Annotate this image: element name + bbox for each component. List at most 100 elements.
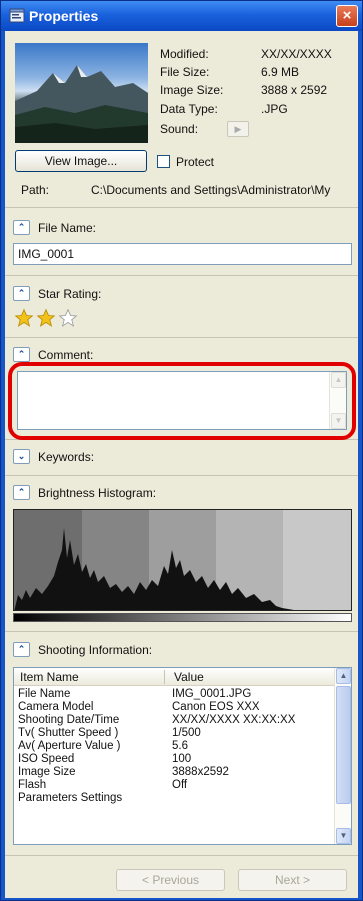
datatype-label: Data Type: xyxy=(160,102,218,116)
play-icon: ▶ xyxy=(234,124,242,134)
scroll-down-arrow-icon[interactable]: ▼ xyxy=(336,828,351,844)
row-value: 100 xyxy=(172,753,192,765)
divider xyxy=(5,207,358,208)
table-row[interactable]: Parameters Settings xyxy=(14,792,334,805)
filesize-label: File Size: xyxy=(160,65,210,79)
protect-checkbox[interactable] xyxy=(157,155,170,168)
chevron-up-icon: ⌃ xyxy=(17,487,26,497)
table-scrollbar[interactable]: ▲ ▼ xyxy=(334,668,351,844)
table-row[interactable]: File Name IMG_0001.JPG xyxy=(14,688,334,701)
divider xyxy=(5,631,358,632)
star-rating-control[interactable] xyxy=(13,308,93,330)
star-rating-label: Star Rating: xyxy=(38,287,102,301)
previous-button[interactable]: < Previous xyxy=(116,869,225,891)
collapse-file-name-toggle[interactable]: ⌃ xyxy=(13,220,30,235)
brightness-section-header: ⌃ Brightness Histogram: xyxy=(13,484,313,502)
divider xyxy=(5,855,358,856)
title-bar[interactable]: Properties × xyxy=(1,1,362,31)
row-value: 3888x2592 xyxy=(172,766,229,778)
table-header: Item Name Value xyxy=(14,668,334,686)
row-value: XX/XX/XXXX XX:XX:XX xyxy=(172,714,296,726)
shooting-label: Shooting Information: xyxy=(38,643,153,657)
column-header-item-name[interactable]: Item Name xyxy=(20,670,79,684)
chevron-up-icon: ⌃ xyxy=(17,222,26,232)
star-filled-icon[interactable] xyxy=(35,308,57,328)
protect-label: Protect xyxy=(176,155,215,169)
comment-scrollbar[interactable]: ▲ ▼ xyxy=(329,372,346,429)
file-name-value: IMG_0001 xyxy=(18,247,75,261)
next-button[interactable]: Next > xyxy=(238,869,347,891)
comment-label: Comment: xyxy=(38,348,94,362)
file-name-section-header: ⌃ File Name: xyxy=(13,219,313,237)
collapse-shooting-toggle[interactable]: ⌃ xyxy=(13,642,30,657)
modified-value: XX/XX/XXXX xyxy=(261,47,332,61)
file-name-field[interactable]: IMG_0001 xyxy=(13,243,352,265)
divider xyxy=(5,475,358,476)
play-sound-button[interactable]: ▶ xyxy=(227,121,249,137)
table-row[interactable]: Av( Aperture Value ) 5.6 xyxy=(14,740,334,753)
collapse-comment-toggle[interactable]: ⌃ xyxy=(13,347,30,362)
table-row[interactable]: ISO Speed 100 xyxy=(14,753,334,766)
properties-window: Properties × Modified: XX/XX/XXXX File S… xyxy=(0,0,363,901)
mountain-landscape-image xyxy=(15,65,148,143)
window-title: Properties xyxy=(29,8,99,24)
image-thumbnail[interactable] xyxy=(15,43,148,143)
brightness-histogram xyxy=(13,509,352,611)
scroll-up-arrow-icon[interactable]: ▲ xyxy=(331,372,346,388)
chevron-up-icon: ⌃ xyxy=(17,644,26,654)
column-divider[interactable] xyxy=(164,670,165,684)
properties-panel: Modified: XX/XX/XXXX File Size: 6.9 MB I… xyxy=(5,31,358,898)
filesize-value: 6.9 MB xyxy=(261,65,300,79)
row-item-name: Parameters Settings xyxy=(18,792,123,804)
imagesize-label: Image Size: xyxy=(160,83,224,97)
scroll-down-arrow-icon[interactable]: ▼ xyxy=(331,413,346,429)
brightness-gradient-scale xyxy=(13,613,352,622)
modified-label: Modified: xyxy=(160,47,209,61)
divider xyxy=(5,275,358,276)
brightness-label: Brightness Histogram: xyxy=(38,486,157,500)
chevron-up-icon: ⌃ xyxy=(17,349,26,359)
row-value: Canon EOS XXX xyxy=(172,701,260,713)
chevron-up-icon: ⌃ xyxy=(17,288,26,298)
table-row[interactable]: Shooting Date/Time XX/XX/XXXX XX:XX:XX xyxy=(14,714,334,727)
scroll-up-arrow-icon[interactable]: ▲ xyxy=(336,668,351,684)
row-item-name: Tv( Shutter Speed ) xyxy=(18,727,119,739)
comment-section-header: ⌃ Comment: xyxy=(13,346,313,364)
properties-app-icon xyxy=(9,8,25,23)
row-value: 5.6 xyxy=(172,740,188,752)
view-image-button[interactable]: View Image... xyxy=(15,150,147,172)
row-value: Off xyxy=(172,779,188,791)
keywords-label: Keywords: xyxy=(38,450,95,464)
divider xyxy=(5,337,358,338)
table-row[interactable]: Camera Model Canon EOS XXX xyxy=(14,701,334,714)
row-item-name: File Name xyxy=(18,688,71,700)
row-item-name: Image Size xyxy=(18,766,76,778)
histogram-graph xyxy=(14,510,351,610)
star-filled-icon[interactable] xyxy=(13,308,35,328)
collapse-star-rating-toggle[interactable]: ⌃ xyxy=(13,286,30,301)
row-item-name: Flash xyxy=(18,779,47,791)
table-row[interactable]: Flash Off xyxy=(14,779,334,792)
chevron-down-icon: ⌄ xyxy=(17,451,26,461)
table-row[interactable]: Tv( Shutter Speed ) 1/500 xyxy=(14,727,334,740)
table-row[interactable]: Image Size 3888x2592 xyxy=(14,766,334,779)
imagesize-value: 3888 x 2592 xyxy=(261,83,328,97)
column-header-value[interactable]: Value xyxy=(174,670,204,684)
expand-keywords-toggle[interactable]: ⌄ xyxy=(13,449,30,464)
row-item-name: Camera Model xyxy=(18,701,94,713)
close-button[interactable]: × xyxy=(336,5,358,27)
shooting-section-header: ⌃ Shooting Information: xyxy=(13,641,313,659)
shooting-info-table[interactable]: Item Name Value File Name IMG_0001.JPG Cam… xyxy=(13,667,352,845)
scrollbar-thumb[interactable] xyxy=(336,686,351,804)
collapse-brightness-toggle[interactable]: ⌃ xyxy=(13,485,30,500)
path-value: C:\Documents and Settings\Administrator\… xyxy=(91,183,331,197)
keywords-section-header: ⌄ Keywords: xyxy=(13,448,313,466)
star-empty-icon[interactable] xyxy=(57,308,79,328)
sound-label: Sound: xyxy=(160,122,199,136)
datatype-value: .JPG xyxy=(261,102,288,116)
row-value: 1/500 xyxy=(172,727,201,739)
row-item-name: Shooting Date/Time xyxy=(18,714,120,726)
row-item-name: ISO Speed xyxy=(18,753,75,765)
divider xyxy=(5,439,358,440)
comment-textarea[interactable]: ▲ ▼ xyxy=(17,371,347,430)
